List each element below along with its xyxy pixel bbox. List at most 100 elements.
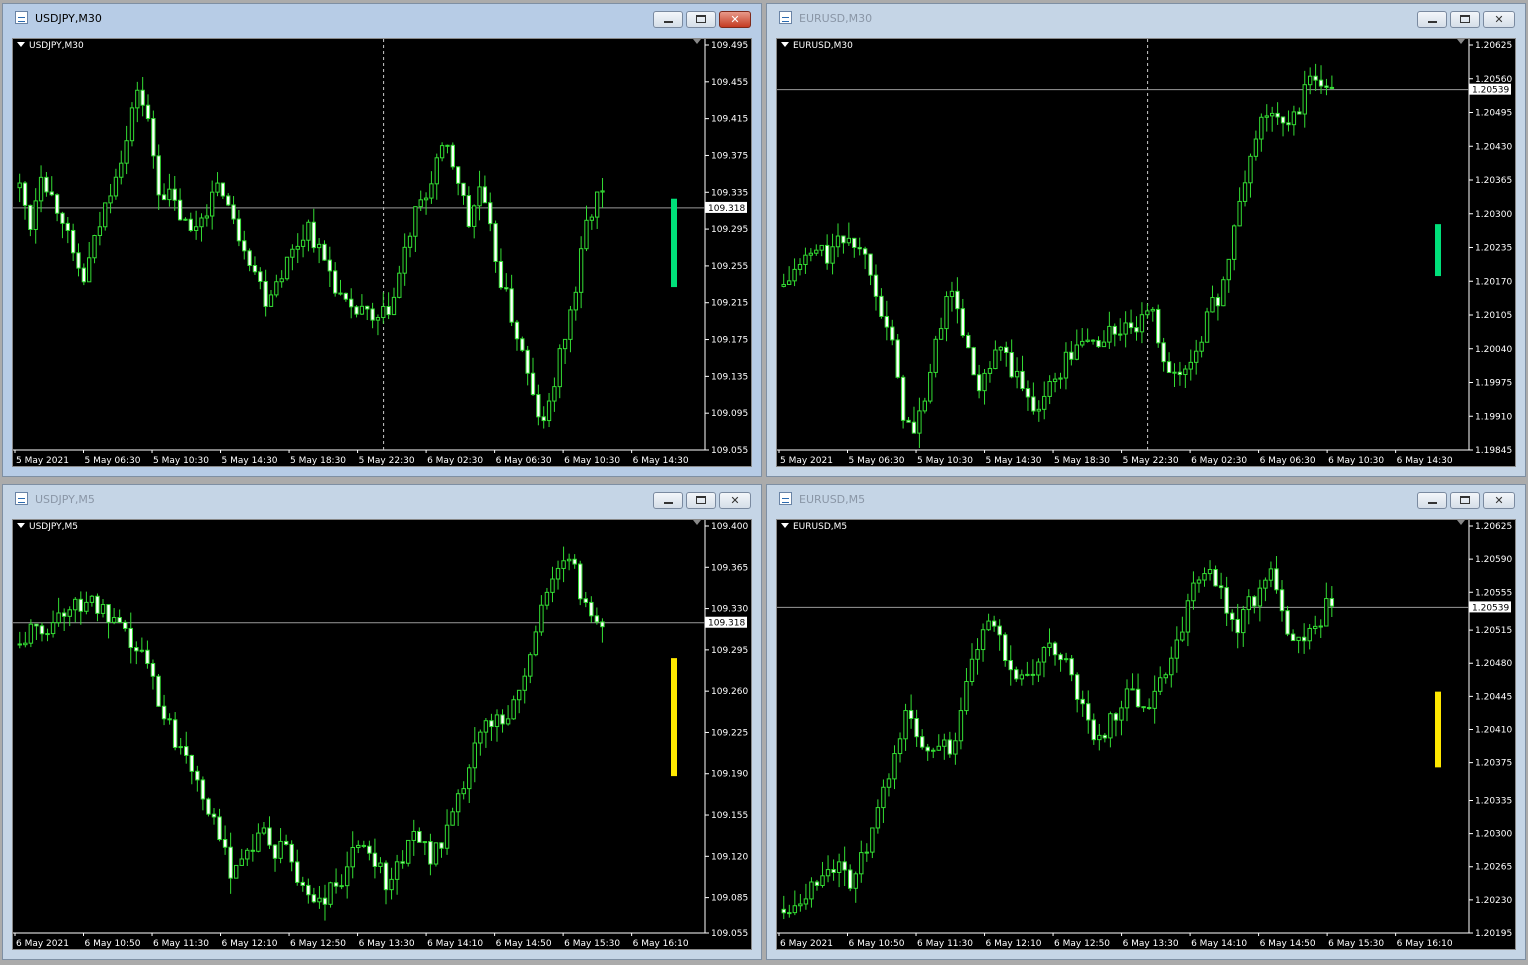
- candle-bear: [1297, 111, 1302, 115]
- candle-bull: [859, 852, 864, 875]
- candle-bear: [1112, 325, 1117, 335]
- x-tick-label: 5 May 2021: [16, 456, 69, 466]
- candle-bull: [568, 309, 573, 340]
- candle-bull: [903, 710, 908, 740]
- candle-bull: [566, 558, 572, 562]
- close-button[interactable]: ✕: [1483, 11, 1515, 28]
- chart-window-eurusd-m5[interactable]: EURUSD,M5 ✕ 1.20625 1.20590 1.20555 1.20515…: [766, 484, 1526, 960]
- candle-bear: [95, 595, 100, 614]
- candle-bull: [300, 239, 306, 247]
- window-titlebar[interactable]: USDJPY,M30 ✕: [3, 4, 761, 34]
- candle-bear: [172, 719, 178, 748]
- candle-bear: [879, 295, 884, 317]
- candle-bull: [1052, 378, 1058, 383]
- candle-bull: [949, 290, 955, 298]
- candle-bear: [370, 308, 375, 321]
- candle-bull: [413, 206, 418, 237]
- candle-bear: [1052, 642, 1058, 656]
- chart-canvas: 109.495 109.455 109.415 109.375 109.335 109.2…: [13, 39, 748, 466]
- candle-bear: [525, 349, 530, 374]
- chart-symbol-text: EURUSD,M30: [793, 41, 853, 51]
- candle-bear: [1161, 342, 1166, 363]
- y-tick-label: 109.375: [711, 151, 748, 161]
- maximize-button[interactable]: [1450, 492, 1480, 509]
- candle-bear: [263, 280, 268, 307]
- candle-bull: [578, 248, 584, 293]
- candle-bull: [356, 844, 361, 849]
- candle-bull: [375, 317, 381, 321]
- dropdown-triangle-icon[interactable]: [17, 523, 25, 528]
- candle-bull: [317, 897, 322, 903]
- candle-bear: [966, 334, 971, 349]
- candle-bull: [922, 400, 928, 412]
- candle-bull: [378, 862, 383, 867]
- window-title: EURUSD,M5: [799, 493, 866, 506]
- candle-bear: [831, 869, 836, 873]
- x-tick-label: 6 May 02:30: [1191, 456, 1247, 466]
- close-button[interactable]: ✕: [719, 492, 751, 509]
- candle-bull: [781, 283, 786, 287]
- candle-bear: [455, 166, 461, 184]
- candle-bull: [533, 631, 539, 656]
- candle-bear: [862, 248, 868, 255]
- minimize-button[interactable]: [1417, 11, 1447, 28]
- minimize-button[interactable]: [653, 492, 683, 509]
- candle-bull: [1047, 642, 1052, 648]
- candle-bull: [892, 753, 897, 780]
- candle-bull: [798, 903, 803, 907]
- price-chart[interactable]: 1.20625 1.20590 1.20555 1.20515 1.20480 1.204…: [776, 519, 1516, 950]
- candle-bull: [108, 195, 113, 204]
- candle-bear: [54, 194, 60, 214]
- price-chart[interactable]: 109.495 109.455 109.415 109.375 109.335 109.2…: [12, 38, 752, 467]
- candle-bear: [28, 204, 33, 230]
- minimize-button[interactable]: [653, 11, 683, 28]
- candle-bull: [557, 348, 562, 388]
- window-titlebar[interactable]: EURUSD,M30 ✕: [767, 4, 1525, 34]
- close-button[interactable]: ✕: [1483, 492, 1515, 509]
- candle-bear: [1009, 352, 1014, 378]
- chart-window-usdjpy-m5[interactable]: USDJPY,M5 ✕ 109.400 109.365 109.330 109.295…: [2, 484, 762, 960]
- candle-bull: [1324, 598, 1329, 627]
- maximize-button[interactable]: [686, 11, 716, 28]
- candle-bear: [971, 347, 976, 376]
- candle-bear: [914, 718, 919, 738]
- y-tick-label: 1.19975: [1475, 379, 1512, 389]
- price-chart[interactable]: 109.400 109.365 109.330 109.295 109.260 109.2…: [12, 519, 752, 950]
- maximize-button[interactable]: [686, 492, 716, 509]
- y-tick-label: 1.19845: [1475, 446, 1512, 456]
- candle-bear: [1025, 388, 1031, 398]
- candle-bear: [976, 374, 982, 392]
- dropdown-triangle-icon[interactable]: [781, 523, 789, 528]
- dropdown-triangle-icon[interactable]: [17, 42, 25, 47]
- x-tick-label: 6 May 10:30: [564, 456, 620, 466]
- window-titlebar[interactable]: USDJPY,M5 ✕: [3, 485, 761, 515]
- maximize-button[interactable]: [1450, 11, 1480, 28]
- chart-window-eurusd-m30[interactable]: EURUSD,M30 ✕ 1.20625 1.20560 1.20495 1.2043…: [766, 3, 1526, 477]
- candle-bear: [482, 186, 488, 204]
- minimize-button[interactable]: [1417, 492, 1447, 509]
- candle-bull: [552, 386, 557, 402]
- candle-bear: [841, 235, 846, 244]
- chart-window-usdjpy-m30[interactable]: USDJPY,M30 ✕ 109.495 109.455 109.415 109.37…: [2, 3, 762, 477]
- x-tick-label: 6 May 14:10: [1191, 939, 1247, 949]
- y-tick-label: 109.055: [711, 929, 748, 939]
- dropdown-triangle-icon[interactable]: [781, 42, 789, 47]
- candle-bear: [365, 305, 370, 310]
- x-tick-label: 6 May 14:30: [633, 456, 689, 466]
- y-tick-label: 1.20265: [1475, 863, 1512, 873]
- window-titlebar[interactable]: EURUSD,M5 ✕: [767, 485, 1525, 515]
- price-chart[interactable]: 1.20625 1.20560 1.20495 1.20430 1.20365 1.203…: [776, 38, 1516, 467]
- y-tick-label: 1.20040: [1475, 345, 1512, 355]
- candle-bull: [1085, 339, 1090, 342]
- candle-bear: [589, 601, 594, 617]
- candle-bull: [1042, 395, 1047, 410]
- candle-bull: [1063, 658, 1069, 661]
- candle-bear: [842, 861, 847, 871]
- x-tick-label: 6 May 14:50: [1260, 939, 1316, 949]
- minimize-icon: [664, 21, 673, 23]
- close-button[interactable]: ✕: [719, 11, 751, 28]
- candle-bull: [256, 832, 261, 852]
- candle-bear: [1329, 86, 1335, 89]
- y-tick-label: 109.055: [711, 446, 748, 456]
- candle-bull: [942, 739, 947, 747]
